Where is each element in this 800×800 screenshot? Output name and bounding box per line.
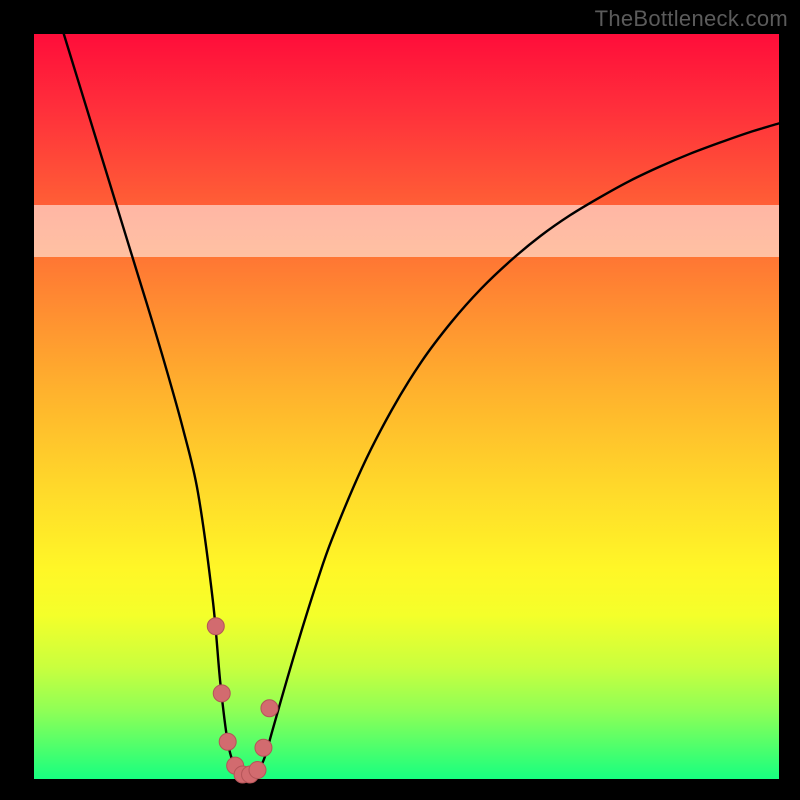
- chart-svg: [34, 34, 779, 779]
- sweet-spot-dot: [207, 618, 224, 635]
- sweet-spot-dot: [219, 733, 236, 750]
- sweet-spot-dot: [255, 739, 272, 756]
- sweet-spot-dot: [249, 762, 266, 779]
- sweet-spot-dot: [261, 700, 278, 717]
- watermark-text: TheBottleneck.com: [595, 6, 788, 32]
- chart-frame: TheBottleneck.com: [0, 0, 800, 800]
- bottleneck-curve: [64, 34, 779, 776]
- plot-area: [34, 34, 779, 779]
- sweet-spot-dot: [213, 685, 230, 702]
